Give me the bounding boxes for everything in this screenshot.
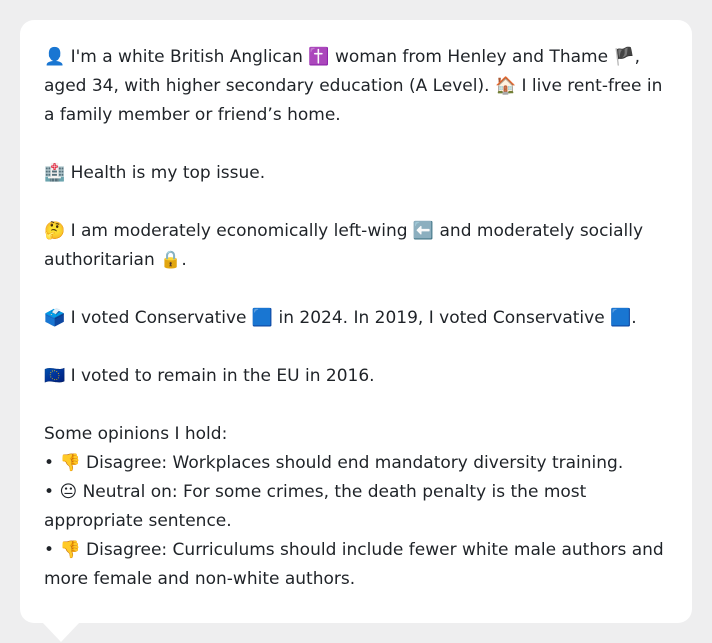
thinking-face-icon: 🤔 xyxy=(44,221,66,241)
cross-icon: ✝️ xyxy=(308,47,330,67)
health-paragraph: 🏥 Health is my top issue. xyxy=(44,159,668,188)
ideology-paragraph: 🤔 I am moderately economically left-wing… xyxy=(44,217,668,275)
intro-text-2: woman from Henley and Thame xyxy=(334,47,609,67)
eu-flag-icon: 🇪🇺 xyxy=(44,366,66,386)
opinion-text: Disagree: Curriculums should include few… xyxy=(44,540,664,589)
bullet: • xyxy=(44,540,55,560)
england-flag-icon: 🏴 xyxy=(613,47,635,67)
lock-icon: 🔒 xyxy=(160,250,182,270)
person-icon: 👤 xyxy=(44,47,66,67)
hospital-icon: 🏥 xyxy=(44,163,66,183)
eu-paragraph: 🇪🇺 I voted to remain in the EU in 2016. xyxy=(44,362,668,391)
thumbs-down-icon: 👎 xyxy=(59,453,81,473)
opinions-paragraph: Some opinions I hold: • 👎 Disagree: Work… xyxy=(44,420,668,594)
persona-card: 👤 I'm a white British Anglican ✝️ woman … xyxy=(20,20,692,623)
intro-text-1: I'm a white British Anglican xyxy=(70,47,303,67)
house-icon: 🏠 xyxy=(494,76,517,96)
vote-paragraph: 🗳️ I voted Conservative 🟦 in 2024. In 20… xyxy=(44,304,668,333)
ballot-box-icon: 🗳️ xyxy=(44,308,66,328)
speech-bubble-pointer xyxy=(42,622,80,642)
bullet: • xyxy=(44,453,55,473)
ideology-text-3: . xyxy=(181,250,187,270)
blue-square-icon: 🟦 xyxy=(251,308,274,328)
opinion-text: Neutral on: For some crimes, the death p… xyxy=(44,482,587,531)
blue-square-icon: 🟦 xyxy=(610,308,632,328)
intro-paragraph: 👤 I'm a white British Anglican ✝️ woman … xyxy=(44,43,668,130)
bullet: • xyxy=(44,482,55,502)
eu-text: I voted to remain in the EU in 2016. xyxy=(70,366,375,386)
opinion-text: Disagree: Workplaces should end mandator… xyxy=(86,453,624,473)
vote-text-2: in 2024. In 2019, I voted Conservative xyxy=(278,308,605,328)
opinion-item: • 👎 Disagree: Curriculums should include… xyxy=(44,536,668,594)
vote-text-3: . xyxy=(631,308,637,328)
vote-text-1: I voted Conservative xyxy=(70,308,247,328)
opinions-heading: Some opinions I hold: xyxy=(44,424,228,444)
health-text: Health is my top issue. xyxy=(70,163,266,183)
left-arrow-icon: ⬅️ xyxy=(412,221,435,241)
ideology-text-1: I am moderately economically left-wing xyxy=(70,221,408,241)
opinion-item: • 😐 Neutral on: For some crimes, the dea… xyxy=(44,478,668,536)
opinion-item: • 👎 Disagree: Workplaces should end mand… xyxy=(44,449,668,478)
neutral-face-icon: 😐 xyxy=(59,482,78,502)
thumbs-down-icon: 👎 xyxy=(59,540,81,560)
